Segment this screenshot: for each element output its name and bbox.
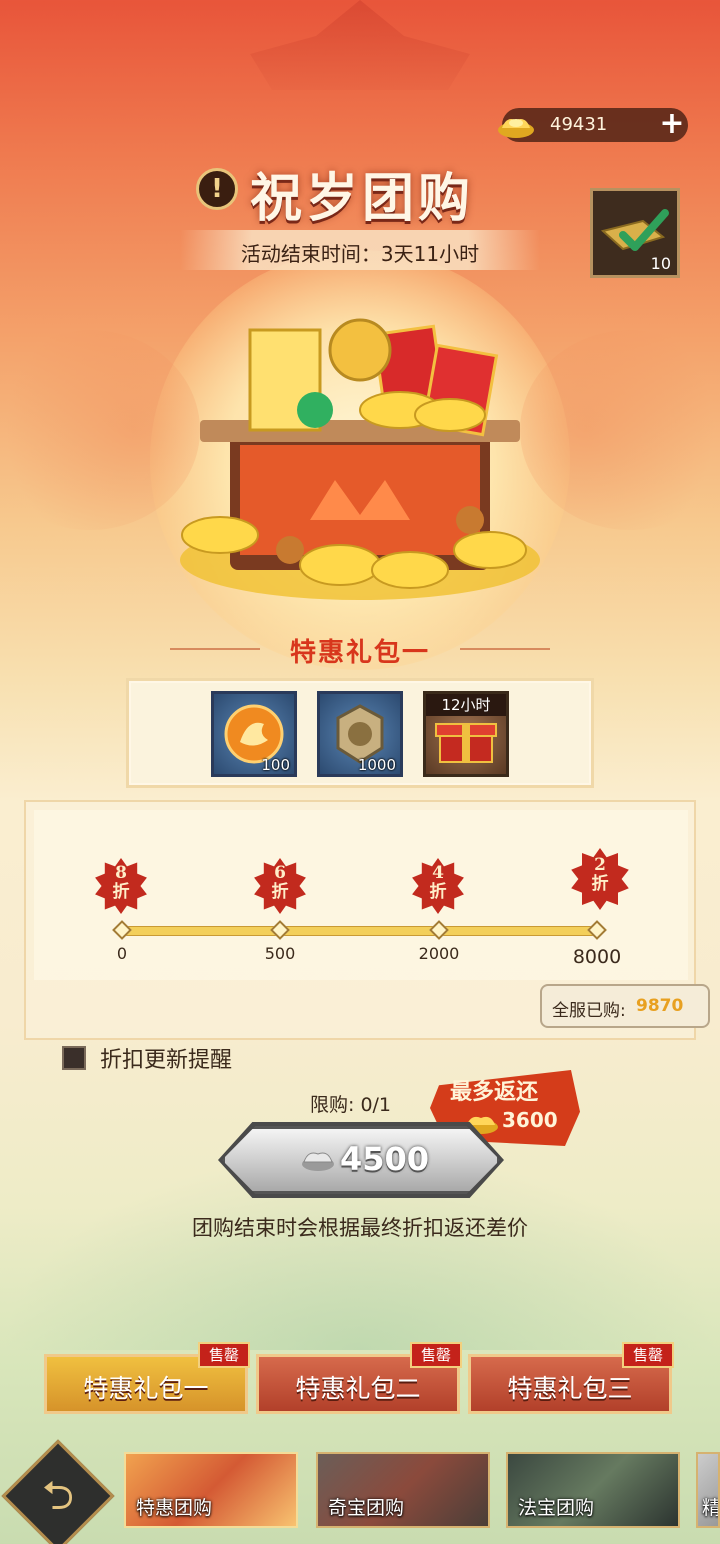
treasure-chest-image xyxy=(180,318,540,600)
nav-tab-special-group-buy[interactable]: 特惠团购 xyxy=(124,1452,298,1528)
nav-tab-treasure-group-buy[interactable]: 奇宝团购 xyxy=(316,1452,490,1528)
reward-count: 100 xyxy=(261,756,290,774)
nav-tab-label: 特惠团购 xyxy=(136,1497,213,1519)
purchase-limit: 限购: 0/1 xyxy=(310,1094,392,1116)
sold-out-tag: 售罄 xyxy=(410,1342,462,1368)
progress-track xyxy=(122,926,598,936)
pack-title: 特惠礼包一 xyxy=(289,638,430,668)
temple-silhouette xyxy=(250,0,470,90)
voucher-count: 10 xyxy=(650,254,671,273)
gold-ingot-icon xyxy=(498,119,534,138)
reward-item-1[interactable]: 100 xyxy=(211,691,297,777)
reward-time-tag: 12小时 xyxy=(426,694,506,716)
nav-tab-partial[interactable]: 精 xyxy=(696,1452,720,1528)
end-time-text: 活动结束时间：3天11小时 xyxy=(240,242,480,266)
pack-tab-label: 特惠礼包三 xyxy=(507,1374,633,1403)
buy-price: 4500 xyxy=(340,1140,430,1178)
pack-tab-label: 特惠礼包一 xyxy=(83,1374,209,1403)
voucher-item-slot[interactable]: 10 xyxy=(590,188,680,278)
max-return-label: 最多返还 xyxy=(450,1079,539,1105)
info-alert-icon[interactable]: ! xyxy=(196,168,238,210)
end-time-bar: 活动结束时间：3天11小时 xyxy=(180,230,540,270)
rewards-panel: 100 1000 12小时 xyxy=(126,678,594,788)
currency-amount: 49431 xyxy=(550,114,608,135)
tier-threshold: 2000 xyxy=(418,944,460,963)
discount-reminder-checkbox[interactable] xyxy=(62,1046,86,1070)
page-title: 祝岁团购 xyxy=(250,168,475,229)
tier-threshold: 500 xyxy=(264,944,296,963)
pack-tab-label: 特惠礼包二 xyxy=(295,1374,421,1403)
nav-tab-artifact-group-buy[interactable]: 法宝团购 xyxy=(506,1452,680,1528)
refund-note: 团购结束时会根据最终折扣返还差价 xyxy=(192,1216,528,1240)
discount-badge-text: 4折 xyxy=(429,863,447,902)
sold-out-tag: 售罄 xyxy=(198,1342,250,1368)
silver-ingot-icon xyxy=(302,1152,334,1171)
add-currency-button[interactable]: + xyxy=(656,109,688,141)
sold-out-tag: 售罄 xyxy=(622,1342,674,1368)
discount-reminder-label: 折扣更新提醒 xyxy=(100,1048,233,1073)
reward-item-3[interactable]: 12小时 xyxy=(423,691,509,777)
nav-tab-label: 奇宝团购 xyxy=(328,1497,405,1519)
discount-badge-text: 6折 xyxy=(271,863,289,902)
tier-threshold: 8000 xyxy=(572,946,622,968)
discount-badge-text: 2折 xyxy=(591,855,609,894)
total-purchased-label: 全服已购: xyxy=(552,1001,626,1021)
discount-badge-text: 8折 xyxy=(112,863,130,902)
reward-item-2[interactable]: 1000 xyxy=(317,691,403,777)
max-return-value: 3600 xyxy=(502,1108,558,1132)
nav-tab-label: 精 xyxy=(702,1497,720,1519)
tier-threshold: 0 xyxy=(116,944,128,963)
total-purchased-value: 9870 xyxy=(636,996,684,1016)
reward-count: 1000 xyxy=(357,756,396,774)
currency-display: 49431 + xyxy=(498,108,688,142)
total-purchased-bubble: 全服已购: 9870 xyxy=(540,984,710,1028)
nav-tab-label: 法宝团购 xyxy=(518,1497,595,1519)
back-arrow-icon: ⮌ xyxy=(41,1473,75,1519)
